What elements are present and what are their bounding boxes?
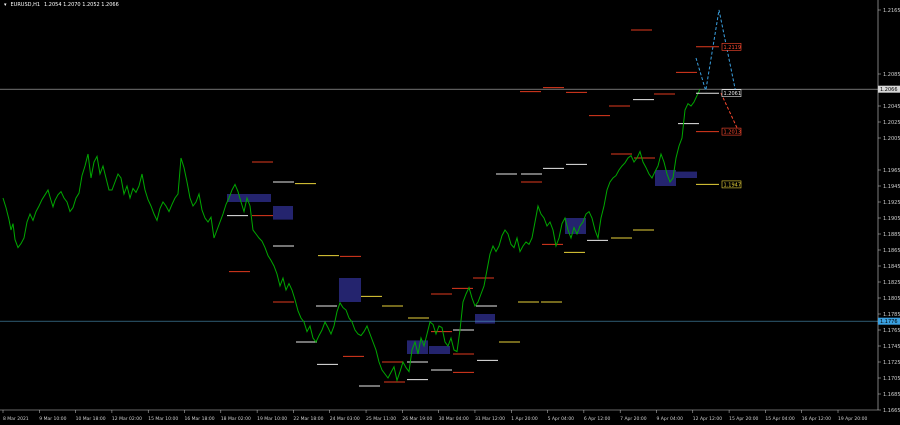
y-tick-label: 1.2005 (883, 136, 900, 142)
level-label-text: 1.2061 (724, 91, 742, 97)
x-tick-label: 19 Mar 10:00 (257, 416, 287, 422)
y-tick-label: 1.1925 (883, 200, 900, 206)
x-tick-label: 24 Mar 03:00 (330, 416, 360, 422)
x-tick-label: 12 Apr 12:00 (693, 416, 722, 422)
x-tick-label: 31 Mar 12:00 (475, 416, 505, 422)
symbol-label: EURUSD,H1 (10, 2, 41, 8)
x-tick-label: 15 Apr 20:00 (729, 416, 758, 422)
level-label-text: 1.1947 (724, 182, 742, 188)
y-tick-label: 1.1745 (883, 344, 900, 350)
blue-level-price-label: 1.1776 (880, 319, 898, 325)
y-tick-label: 1.1805 (883, 296, 900, 302)
y-tick-label: 1.1725 (883, 360, 900, 366)
y-tick-label: 1.1845 (883, 264, 900, 270)
x-tick-label: 16 Apr 12:00 (802, 416, 831, 422)
y-tick-label: 1.2045 (883, 104, 900, 110)
y-tick-label: 1.1765 (883, 328, 900, 334)
y-tick-label: 1.1905 (883, 216, 900, 222)
x-tick-label: 12 Mar 02:00 (112, 416, 142, 422)
y-tick-label: 1.2165 (883, 8, 900, 14)
x-tick-label: 7 Apr 20:00 (620, 416, 647, 422)
y-tick-label: 1.1665 (883, 408, 900, 414)
x-tick-label: 18 Mar 02:00 (221, 416, 251, 422)
x-tick-label: 6 Apr 12:00 (584, 416, 611, 422)
y-tick-label: 1.1685 (883, 392, 900, 398)
chart-header: ▾ EURUSD,H1 1.2054 1.2070 1.2052 1.2066 (4, 2, 119, 8)
zone-box (429, 346, 450, 354)
y-tick-label: 1.1865 (883, 248, 900, 254)
zone-box (339, 278, 361, 302)
x-tick-label: 30 Mar 04:00 (439, 416, 469, 422)
x-tick-label: 15 Mar 10:00 (148, 416, 178, 422)
y-tick-label: 1.1785 (883, 312, 900, 318)
chart-background (0, 0, 900, 425)
zone-box (676, 171, 697, 178)
x-tick-label: 5 Apr 04:00 (548, 416, 575, 422)
x-tick-label: 22 Mar 18:00 (293, 416, 323, 422)
ohlc-label: 1.2054 1.2070 1.2052 1.2066 (44, 2, 119, 8)
level-label-text: 1.2013 (724, 130, 742, 136)
y-tick-label: 1.2025 (883, 120, 900, 126)
zone-box (250, 194, 271, 202)
symbol-dropdown-icon[interactable]: ▾ (4, 2, 7, 8)
x-tick-label: 19 Apr 20:00 (838, 416, 867, 422)
zone-box (273, 206, 293, 220)
x-tick-label: 8 Mar 2021 (3, 416, 29, 422)
x-tick-label: 25 Mar 11:00 (366, 416, 396, 422)
y-tick-label: 1.1965 (883, 168, 900, 174)
zone-box (475, 314, 495, 324)
x-tick-label: 16 Mar 18:00 (185, 416, 215, 422)
level-label-text: 1.2119 (724, 45, 742, 51)
x-tick-label: 15 Apr 04:00 (765, 416, 794, 422)
y-tick-label: 1.1945 (883, 184, 900, 190)
x-tick-label: 1 Apr 20:00 (511, 416, 538, 422)
y-tick-label: 1.1885 (883, 232, 900, 238)
y-tick-label: 1.1825 (883, 280, 900, 286)
x-tick-label: 9 Apr 04:00 (656, 416, 683, 422)
y-tick-label: 1.2085 (883, 72, 900, 78)
current-price-label: 1.2066 (880, 87, 898, 93)
y-tick-label: 1.1705 (883, 376, 900, 382)
x-tick-label: 9 Mar 10:00 (39, 416, 66, 422)
price-chart[interactable]: 1.2119 1.2061 1.2013 1.1947 1.2165 1.2085 1.2… (0, 0, 900, 425)
x-tick-label: 26 Mar 19:00 (402, 416, 432, 422)
x-tick-label: 10 Mar 18:00 (76, 416, 106, 422)
